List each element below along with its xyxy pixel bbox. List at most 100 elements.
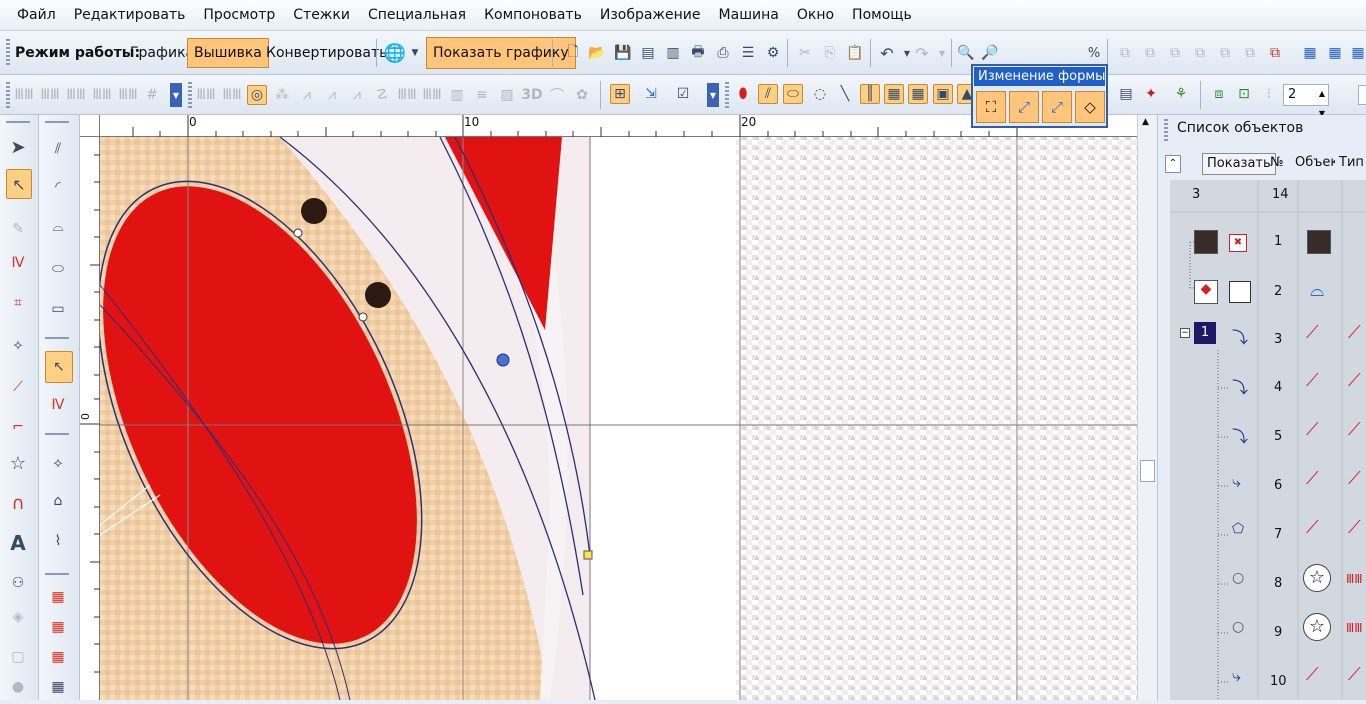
collapse-icon[interactable]: ⌃: [1165, 155, 1181, 173]
empty-object-icon[interactable]: [1229, 281, 1251, 303]
row-number[interactable]: 6: [1274, 478, 1282, 493]
node-handle[interactable]: [293, 228, 303, 238]
menu-help[interactable]: Помощь: [843, 0, 921, 31]
toolbar-grip[interactable]: [6, 82, 10, 108]
row-number[interactable]: 8: [1274, 576, 1282, 591]
row-number[interactable]: 1: [1274, 234, 1282, 249]
column-icon[interactable]: ║: [860, 84, 880, 104]
fill-stitch-icon[interactable]: ⅢⅢ: [397, 85, 417, 105]
stitch-type-icon[interactable]: ⅢⅢ: [66, 85, 86, 105]
house-shape-icon[interactable]: ⌂: [48, 491, 68, 511]
mode-embroidery-button[interactable]: Вышивка: [187, 38, 269, 68]
ellipse-icon[interactable]: ⬭: [48, 259, 68, 279]
arch-icon[interactable]: ∩: [8, 493, 28, 514]
align-icon[interactable]: ⧉: [1240, 43, 1260, 63]
grid-icon[interactable]: ▦: [884, 84, 904, 104]
star-type-icon[interactable]: ☆: [1303, 564, 1331, 592]
add-node-icon[interactable]: ◇: [1075, 91, 1105, 123]
align-icon[interactable]: ⧉: [1115, 43, 1135, 63]
print-preview-icon[interactable]: ⎙: [713, 43, 733, 63]
ungroup-icon[interactable]: ▦: [1325, 43, 1345, 63]
fill-stitch-icon[interactable]: ≡: [472, 85, 492, 105]
stitch-pattern-icon[interactable]: ▦: [48, 677, 68, 697]
stitch-pattern-icon[interactable]: ▦: [48, 617, 68, 637]
curve-object-icon[interactable]: ⤷: [1232, 472, 1241, 492]
curve-object-icon[interactable]: ⤵: [1232, 324, 1248, 348]
align-icon[interactable]: ⧉: [1140, 43, 1160, 63]
fill-stitch-icon[interactable]: ▨: [497, 85, 517, 105]
vertical-scrollbar[interactable]: ▲: [1137, 115, 1157, 700]
fill-stitch-icon[interactable]: ▥: [447, 85, 467, 105]
diamond-icon[interactable]: ◈: [8, 607, 28, 627]
circular-fill-icon[interactable]: ◎: [247, 85, 267, 105]
toolbar-overflow-icon[interactable]: ▼: [707, 83, 719, 107]
undo-icon[interactable]: ↶: [877, 43, 897, 63]
node-add-icon[interactable]: ⟡: [48, 453, 68, 473]
run-stitch-icon[interactable]: ⟋: [1348, 517, 1361, 538]
menu-special[interactable]: Специальная: [359, 0, 475, 31]
menu-image[interactable]: Изображение: [591, 0, 710, 31]
design-canvas[interactable]: [80, 115, 1157, 700]
frame-icon[interactable]: ▢: [8, 647, 28, 667]
toolbar-grip[interactable]: [45, 573, 69, 575]
fill-stitch-icon[interactable]: ⌒: [547, 85, 567, 105]
menu-stitches[interactable]: Стежки: [284, 0, 359, 31]
toolbar-overflow-icon[interactable]: ▼: [170, 83, 182, 107]
run-stitch-icon[interactable]: ⟋: [1348, 419, 1361, 440]
fill-stitch-type-icon[interactable]: ⅢⅢ: [1346, 621, 1363, 635]
menu-machine[interactable]: Машина: [710, 0, 788, 31]
globe-icon[interactable]: 🌐: [384, 43, 406, 64]
checkbox-icon[interactable]: ☑: [673, 84, 693, 104]
fit-icon[interactable]: ⧈: [1209, 84, 1229, 104]
curve-object-icon[interactable]: ⤵: [1232, 374, 1248, 398]
object-thumbnail[interactable]: [1194, 230, 1218, 254]
show-graphics-button[interactable]: Показать графику: [426, 37, 576, 69]
menu-view[interactable]: Просмотр: [194, 0, 284, 31]
run-stitch-icon[interactable]: ⟋: [1306, 664, 1319, 685]
node-handle-selected[interactable]: [496, 353, 510, 367]
fill-stitch-icon[interactable]: ⁂: [272, 85, 292, 105]
run-stitch-icon[interactable]: ⟋: [1348, 370, 1361, 391]
fill-stitch-icon[interactable]: ⩘: [347, 85, 367, 105]
run-stitch-icon[interactable]: ⟋: [1306, 419, 1319, 440]
rectangle-icon[interactable]: ▭: [48, 299, 68, 319]
stitch-pattern-icon[interactable]: ▦: [48, 647, 68, 667]
tree-icon[interactable]: ⚘: [1171, 84, 1191, 104]
control-point[interactable]: [583, 550, 593, 560]
curve-object-icon[interactable]: ⤵: [1232, 423, 1248, 447]
arc-icon[interactable]: ◜: [48, 177, 68, 197]
row-number[interactable]: 10: [1270, 674, 1287, 689]
run-stitch-icon[interactable]: ⟋: [1348, 664, 1361, 685]
row-number[interactable]: 4: [1274, 380, 1282, 395]
delete-objects-icon[interactable]: ⧉: [1265, 43, 1285, 63]
run-stitch-icon[interactable]: ⟋: [1306, 322, 1319, 343]
crop-icon[interactable]: ⌗: [8, 293, 28, 313]
path-icon[interactable]: ⌐: [8, 417, 28, 437]
mode-convert-button[interactable]: Конвертировать: [259, 38, 394, 68]
stitch-type-icon[interactable]: ⅢⅢ: [14, 85, 34, 105]
object-type-thumbnail[interactable]: [1307, 230, 1331, 254]
menu-arrange[interactable]: Компоновать: [475, 0, 591, 31]
color-icon[interactable]: ✦: [1141, 84, 1161, 104]
run-stitch-icon[interactable]: ⟋: [1348, 322, 1361, 343]
cut-icon[interactable]: ✂: [795, 43, 815, 63]
stitch-length-icon[interactable]: ⁝: [1259, 84, 1279, 104]
column-object[interactable]: Объект: [1295, 155, 1335, 170]
toolbar-grip[interactable]: [45, 121, 69, 123]
stitch-type-icon[interactable]: ⅢⅢ: [118, 85, 138, 105]
line-icon[interactable]: ╲: [835, 84, 855, 104]
toolbar-grip[interactable]: [45, 433, 69, 435]
show-button[interactable]: Показать: [1202, 153, 1276, 175]
run-stitch-icon[interactable]: ⟋: [1306, 517, 1319, 538]
menu-window[interactable]: Окно: [788, 0, 843, 31]
paste-icon[interactable]: 📋: [845, 43, 865, 63]
polygon-type-icon[interactable]: ⌓: [1310, 280, 1324, 301]
column-number[interactable]: №: [1270, 155, 1284, 170]
row-number[interactable]: 7: [1274, 527, 1282, 542]
toolbar-grip[interactable]: [725, 82, 729, 108]
row-number[interactable]: 2: [1274, 284, 1282, 299]
stitch-type-icon[interactable]: ⅢⅢ: [92, 85, 112, 105]
satin-icon[interactable]: ⫽: [758, 84, 778, 104]
expand-collapse-icon[interactable]: −: [1180, 328, 1190, 338]
group-object-icon[interactable]: ◆: [1194, 280, 1218, 304]
